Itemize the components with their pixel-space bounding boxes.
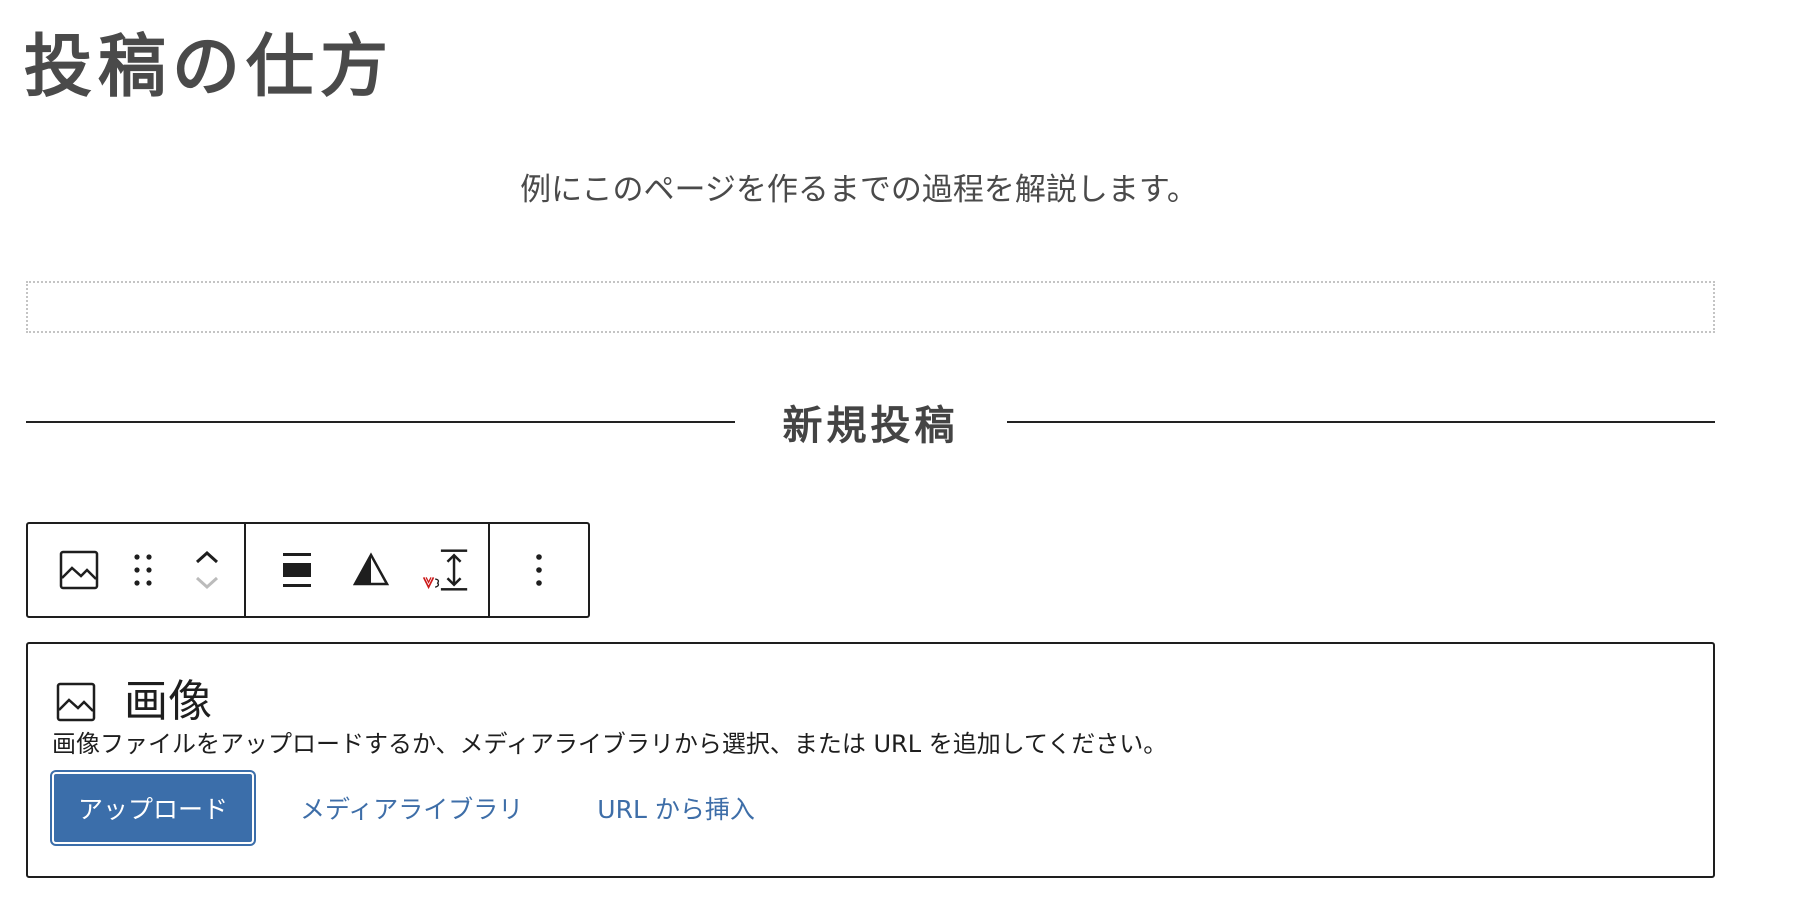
move-up-icon[interactable]	[194, 549, 220, 565]
image-block-placeholder: 画像 画像ファイルをアップロードするか、メディアライブラリから選択、または UR…	[26, 642, 1715, 878]
page-title[interactable]: 投稿の仕方	[24, 22, 394, 112]
image-icon	[56, 682, 96, 722]
drag-handle-button[interactable]	[128, 539, 158, 601]
block-toolbar	[26, 522, 590, 618]
change-height-icon	[422, 549, 468, 591]
intro-paragraph[interactable]: 例にこのページを作るまでの過程を解説します。	[0, 168, 1718, 212]
media-library-button[interactable]: メディアライブラリ	[300, 790, 523, 826]
align-icon	[283, 553, 311, 587]
placeholder-title: 画像	[124, 676, 212, 727]
duotone-filter-icon	[353, 552, 389, 586]
empty-block-placeholder[interactable]	[26, 281, 1715, 333]
duotone-button[interactable]	[348, 539, 394, 601]
heading-right-rule	[1006, 421, 1715, 423]
section-heading[interactable]: 新規投稿	[735, 393, 1007, 451]
placeholder-actions: アップロード メディアライブラリ URL から挿入	[52, 772, 755, 844]
insert-from-url-button[interactable]: URL から挿入	[597, 790, 755, 826]
toolbar-group-more	[490, 524, 588, 616]
move-down-icon[interactable]	[194, 575, 220, 591]
placeholder-instructions: 画像ファイルをアップロードするか、メディアライブラリから選択、または URL を…	[52, 730, 1168, 758]
more-options-icon	[536, 554, 542, 586]
toolbar-group-image	[246, 524, 490, 616]
drag-handle-icon	[134, 554, 152, 586]
section-heading-block[interactable]: 新規投稿	[26, 392, 1715, 452]
block-mover	[184, 539, 230, 601]
image-block-button[interactable]	[56, 539, 102, 601]
image-block-icon	[59, 550, 99, 590]
toolbar-group-block	[28, 524, 246, 616]
editor-canvas: 投稿の仕方 例にこのページを作るまでの過程を解説します。 新規投稿 画像 画像フ…	[0, 0, 1818, 916]
upload-button[interactable]: アップロード	[52, 772, 255, 844]
change-height-button[interactable]	[422, 539, 468, 601]
more-options-button[interactable]	[524, 539, 554, 601]
placeholder-label: 画像	[56, 672, 212, 732]
align-button[interactable]	[274, 539, 320, 601]
heading-left-rule	[26, 421, 735, 423]
